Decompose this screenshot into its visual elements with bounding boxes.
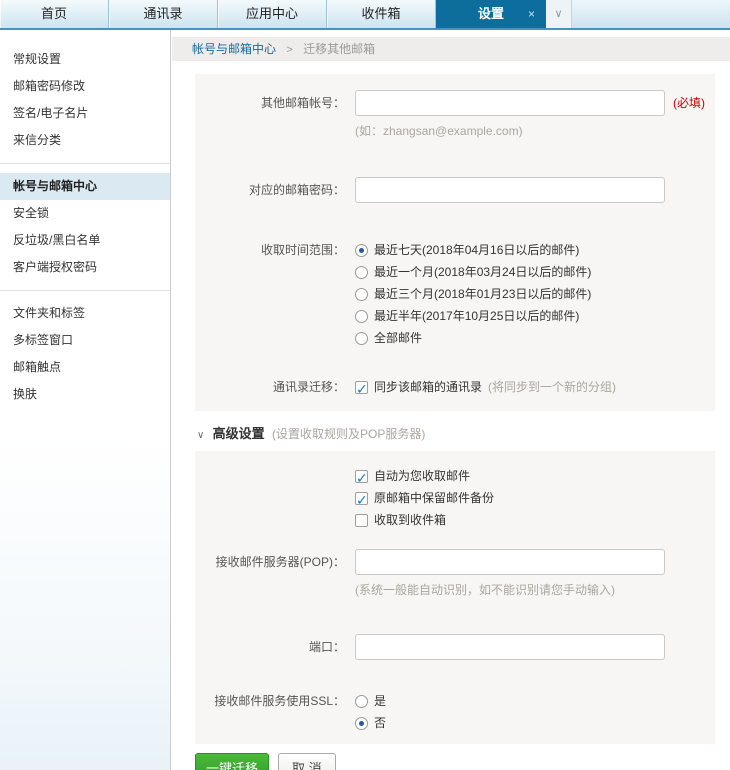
basic-settings-panel: 其他邮箱帐号： (必填) (如：zhangsan@example.com) 对应… xyxy=(195,74,715,411)
account-row: 其他邮箱帐号： (必填) xyxy=(195,90,715,116)
account-label: 其他邮箱帐号： xyxy=(260,96,345,110)
contacts-sync-option[interactable]: 同步该邮箱的通讯录 (将同步到一个新的分组) xyxy=(355,376,617,400)
contacts-sync-label: 同步该邮箱的通讯录 xyxy=(374,380,483,394)
account-input[interactable] xyxy=(355,90,665,116)
time-range-row: 收取时间范围： 最近七天(2018年04月16日以后的邮件) 最近一个月(201… xyxy=(195,239,715,349)
ssl-label: 接收邮件服务使用SSL： xyxy=(214,694,345,708)
fetch-to-inbox-option[interactable]: 收取到收件箱 xyxy=(355,509,715,531)
time-range-option-label: 最近一个月(2018年03月24日以后的邮件) xyxy=(374,265,592,279)
time-range-option[interactable]: 最近一个月(2018年03月24日以后的邮件) xyxy=(355,261,591,283)
sidebar-item-antispam[interactable]: 反垃圾/黑白名单 xyxy=(0,227,170,254)
contacts-migration-row: 通讯录迁移： 同步该邮箱的通讯录 (将同步到一个新的分组) xyxy=(195,376,715,400)
keep-backup-option[interactable]: 原邮箱中保留邮件备份 xyxy=(355,487,715,511)
sidebar-item-mail-classification[interactable]: 来信分类 xyxy=(0,127,170,154)
port-label: 端口： xyxy=(308,640,345,654)
tab-inbox[interactable]: 收件箱 xyxy=(327,0,436,28)
sidebar-item-folders-labels[interactable]: 文件夹和标签 xyxy=(0,300,170,327)
radio-selected-icon[interactable] xyxy=(355,243,368,257)
fetch-to-inbox-label: 收取到收件箱 xyxy=(374,513,447,527)
radio-icon[interactable] xyxy=(355,287,368,301)
sidebar-item-multitab-window[interactable]: 多标签窗口 xyxy=(0,327,170,354)
advanced-settings-header[interactable]: ∨ 高级设置 (设置收取规则及POP服务器) xyxy=(197,423,730,442)
password-row: 对应的邮箱密码： xyxy=(195,177,715,203)
pop-server-hint: (系统一般能自动识别，如不能识别请您手动输入) xyxy=(355,583,615,597)
tab-bar: 首页 通讯录 应用中心 收件箱 设置 × ∨ xyxy=(0,0,730,30)
radio-selected-icon[interactable] xyxy=(355,716,368,730)
ssl-row: 接收邮件服务使用SSL： 是 否 xyxy=(195,690,715,734)
settings-sidebar: 常规设置 邮箱密码修改 签名/电子名片 来信分类 帐号与邮箱中心 安全锁 反垃圾… xyxy=(0,30,171,770)
time-range-option[interactable]: 全部邮件 xyxy=(355,327,591,349)
radio-icon[interactable] xyxy=(355,309,368,323)
password-label: 对应的邮箱密码： xyxy=(248,183,345,197)
ssl-no-label: 否 xyxy=(374,716,387,730)
sidebar-item-signature[interactable]: 签名/电子名片 xyxy=(0,100,170,127)
sidebar-item-security-lock[interactable]: 安全锁 xyxy=(0,200,170,227)
pop-server-input[interactable] xyxy=(355,549,665,575)
time-range-option-label: 最近三个月(2018年01月23日以后的邮件) xyxy=(374,287,592,301)
port-row: 端口： xyxy=(195,634,715,660)
advanced-settings-subtitle: (设置收取规则及POP服务器) xyxy=(272,427,426,441)
ssl-yes-label: 是 xyxy=(374,694,387,708)
checkbox-checked-icon[interactable] xyxy=(355,489,368,511)
sidebar-item-mailbox-touchpoint[interactable]: 邮箱触点 xyxy=(0,354,170,381)
auto-fetch-option[interactable]: 自动为您收取邮件 xyxy=(355,465,715,489)
password-input[interactable] xyxy=(355,177,665,203)
cancel-button[interactable]: 取 消 xyxy=(278,753,336,770)
contacts-sync-note: (将同步到一个新的分组) xyxy=(488,380,617,394)
breadcrumb-separator: > xyxy=(286,44,293,56)
time-range-option[interactable]: 最近半年(2017年10月25日以后的邮件) xyxy=(355,305,591,327)
tab-contacts[interactable]: 通讯录 xyxy=(109,0,218,28)
sidebar-item-change-skin[interactable]: 换肤 xyxy=(0,381,170,408)
tab-settings[interactable]: 设置 × xyxy=(436,0,546,28)
account-hint: (如：zhangsan@example.com) xyxy=(355,124,523,138)
keep-backup-label: 原邮箱中保留邮件备份 xyxy=(374,491,495,505)
action-buttons-row: 一键迁移 取 消 xyxy=(195,753,730,770)
time-range-option[interactable]: 最近七天(2018年04月16日以后的邮件) xyxy=(355,239,591,261)
auto-fetch-label: 自动为您收取邮件 xyxy=(374,469,471,483)
sidebar-item-general-settings[interactable]: 常规设置 xyxy=(0,46,170,73)
close-icon[interactable]: × xyxy=(528,0,535,28)
tab-settings-label: 设置 xyxy=(477,6,504,21)
tab-overflow-button[interactable]: ∨ xyxy=(546,0,572,28)
sidebar-item-account-center[interactable]: 帐号与邮箱中心 xyxy=(0,173,170,200)
port-input[interactable] xyxy=(355,634,665,660)
advanced-settings-panel: 自动为您收取邮件 原邮箱中保留邮件备份 收取到收件箱 接收邮件服务器(POP)：… xyxy=(195,451,715,744)
ssl-yes-option[interactable]: 是 xyxy=(355,690,386,712)
tab-app-center[interactable]: 应用中心 xyxy=(218,0,327,28)
sidebar-divider xyxy=(0,163,170,164)
sidebar-divider xyxy=(0,290,170,291)
sidebar-item-password-change[interactable]: 邮箱密码修改 xyxy=(0,73,170,100)
time-range-option-label: 最近半年(2017年10月25日以后的邮件) xyxy=(374,309,580,323)
breadcrumb: 帐号与邮箱中心 > 迁移其他邮箱 xyxy=(172,37,730,61)
ssl-no-option[interactable]: 否 xyxy=(355,712,386,734)
one-click-migrate-button[interactable]: 一键迁移 xyxy=(195,753,269,770)
time-range-label: 收取时间范围： xyxy=(260,243,345,257)
breadcrumb-current: 迁移其他邮箱 xyxy=(303,42,376,56)
pop-server-row: 接收邮件服务器(POP)： xyxy=(195,549,715,575)
breadcrumb-parent-link[interactable]: 帐号与邮箱中心 xyxy=(192,42,276,56)
collapse-chevron-icon[interactable]: ∨ xyxy=(197,430,204,441)
contacts-migration-label: 通讯录迁移： xyxy=(272,380,345,394)
required-badge: (必填) xyxy=(673,96,705,110)
advanced-settings-title: 高级设置 xyxy=(212,426,265,441)
radio-icon[interactable] xyxy=(355,331,368,345)
radio-icon[interactable] xyxy=(355,265,368,279)
checkbox-checked-icon[interactable] xyxy=(355,378,368,400)
time-range-option-label: 最近七天(2018年04月16日以后的邮件) xyxy=(374,243,580,257)
main-panel: 帐号与邮箱中心 > 迁移其他邮箱 其他邮箱帐号： (必填) (如：zhangsa… xyxy=(172,30,730,770)
time-range-option-label: 全部邮件 xyxy=(374,331,423,345)
checkbox-unchecked-icon[interactable] xyxy=(355,513,368,527)
radio-icon[interactable] xyxy=(355,694,368,708)
pop-server-label: 接收邮件服务器(POP)： xyxy=(215,555,345,569)
chevron-down-icon: ∨ xyxy=(554,8,563,20)
sidebar-item-client-auth-password[interactable]: 客户端授权密码 xyxy=(0,254,170,281)
tabbar-spacer xyxy=(572,0,730,28)
time-range-option[interactable]: 最近三个月(2018年01月23日以后的邮件) xyxy=(355,283,591,305)
checkbox-checked-icon[interactable] xyxy=(355,467,368,489)
tab-home[interactable]: 首页 xyxy=(0,0,109,28)
